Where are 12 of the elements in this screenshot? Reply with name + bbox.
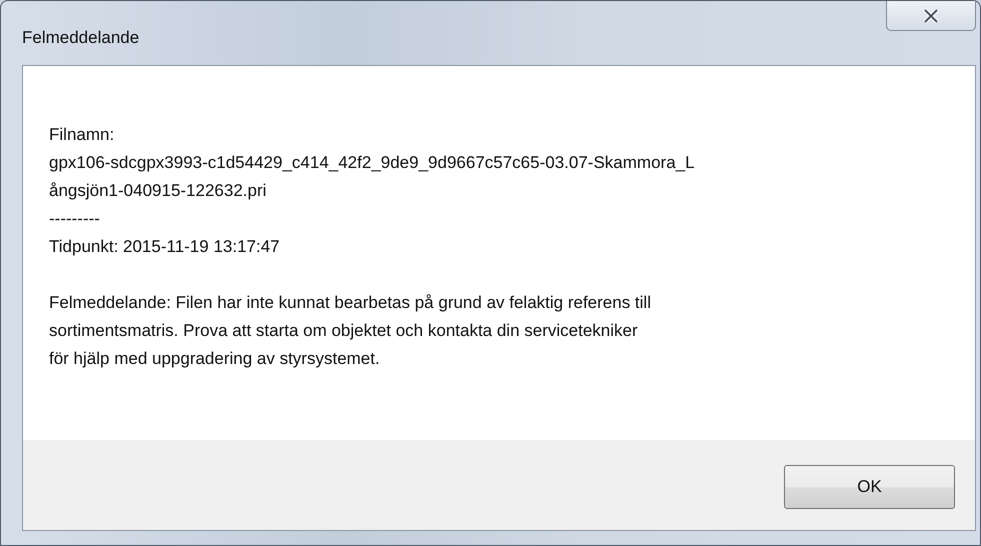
- message-line: Tidpunkt: 2015-11-19 13:17:47: [49, 236, 281, 258]
- message-line: ångsjön1-040915-122632.pri: [49, 180, 268, 202]
- ok-button[interactable]: OK: [784, 465, 955, 509]
- message-line: Felmeddelande: Filen har inte kunnat bearbetas på grund av felaktig referens till: [49, 292, 652, 314]
- message-line: Filnamn:: [49, 124, 116, 146]
- message-line: gpx106-sdcgpx3993-c1d54429_c414_42f2_9de9_9d9667c57c65-03.07-Skammora_L: [49, 152, 696, 174]
- message-line: för hjälp med uppgradering av styrsystemet.: [49, 348, 381, 370]
- message-line: ---------: [49, 208, 101, 230]
- window-title: Felmeddelande: [22, 28, 140, 48]
- close-icon: [923, 8, 939, 22]
- message-line: sortimentsmatris. Prova att starta om objektet och kontakta din servicetekniker: [49, 320, 639, 342]
- close-button[interactable]: [886, 1, 976, 31]
